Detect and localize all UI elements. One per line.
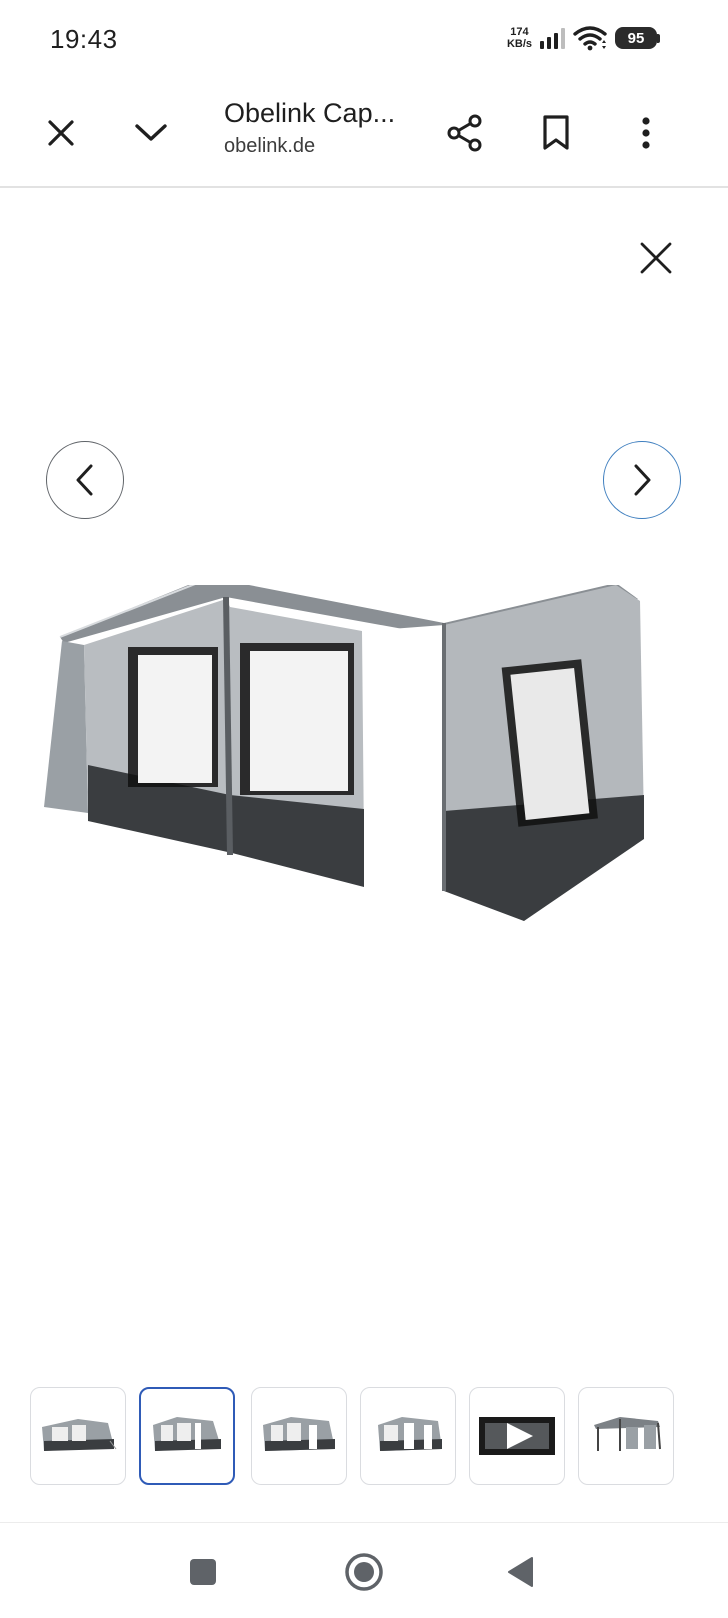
thumbnail-2[interactable] xyxy=(139,1387,235,1485)
close-tab-button[interactable] xyxy=(33,105,89,161)
thumbnail-strip xyxy=(30,1387,700,1487)
home-circle-icon xyxy=(345,1553,383,1591)
status-bar: 19:43 174 KB/s 95 xyxy=(0,0,728,80)
status-icons: 174 KB/s 95 xyxy=(507,22,660,54)
recents-square-icon xyxy=(190,1559,216,1585)
page-info[interactable]: Obelink Cap... obelink.de xyxy=(224,98,424,158)
wifi-icon xyxy=(573,26,607,51)
battery-level: 95 xyxy=(615,27,657,49)
network-speed-value: 174 xyxy=(510,26,529,38)
browser-toolbar: Obelink Cap... obelink.de xyxy=(0,80,728,188)
thumbnail-4[interactable] xyxy=(360,1387,456,1485)
next-image-button[interactable] xyxy=(603,441,681,519)
thumbnail-image xyxy=(263,1417,335,1451)
close-viewer-button[interactable] xyxy=(630,232,682,284)
previous-image-button[interactable] xyxy=(46,441,124,519)
system-navigation-bar xyxy=(0,1522,728,1618)
more-options-button[interactable] xyxy=(618,105,674,161)
back-button[interactable] xyxy=(498,1549,544,1595)
thumbnail-image xyxy=(594,1417,661,1451)
page-url: obelink.de xyxy=(224,135,316,157)
chevron-right-icon xyxy=(634,464,651,496)
close-icon xyxy=(48,120,74,146)
thumbnail-1[interactable] xyxy=(30,1387,126,1485)
thumbnail-6[interactable] xyxy=(578,1387,674,1485)
chevron-down-icon xyxy=(135,124,167,141)
battery-icon: 95 xyxy=(615,27,660,49)
bookmark-icon xyxy=(543,115,569,150)
video-thumbnail xyxy=(479,1417,555,1455)
home-button[interactable] xyxy=(341,1549,387,1595)
thumbnail-3[interactable] xyxy=(251,1387,347,1485)
page-title: Obelink Cap... xyxy=(224,98,396,128)
chevron-left-icon xyxy=(76,464,93,496)
status-time: 19:43 xyxy=(50,24,118,54)
thumbnail-image xyxy=(378,1417,442,1451)
recents-button[interactable] xyxy=(180,1549,226,1595)
awning-image xyxy=(44,585,644,921)
back-triangle-icon xyxy=(508,1557,533,1587)
thumbnail-image xyxy=(42,1419,117,1451)
minimize-button[interactable] xyxy=(123,105,179,161)
more-vert-icon xyxy=(642,117,650,149)
network-speed: 174 KB/s xyxy=(507,26,532,50)
thumbnail-5-video[interactable] xyxy=(469,1387,565,1485)
share-button[interactable] xyxy=(437,105,493,161)
network-speed-unit: KB/s xyxy=(506,38,532,50)
thumbnail-image xyxy=(153,1417,221,1451)
signal-icon xyxy=(540,27,565,49)
bookmark-button[interactable] xyxy=(528,105,584,161)
close-icon xyxy=(640,242,672,274)
share-icon xyxy=(447,114,482,152)
